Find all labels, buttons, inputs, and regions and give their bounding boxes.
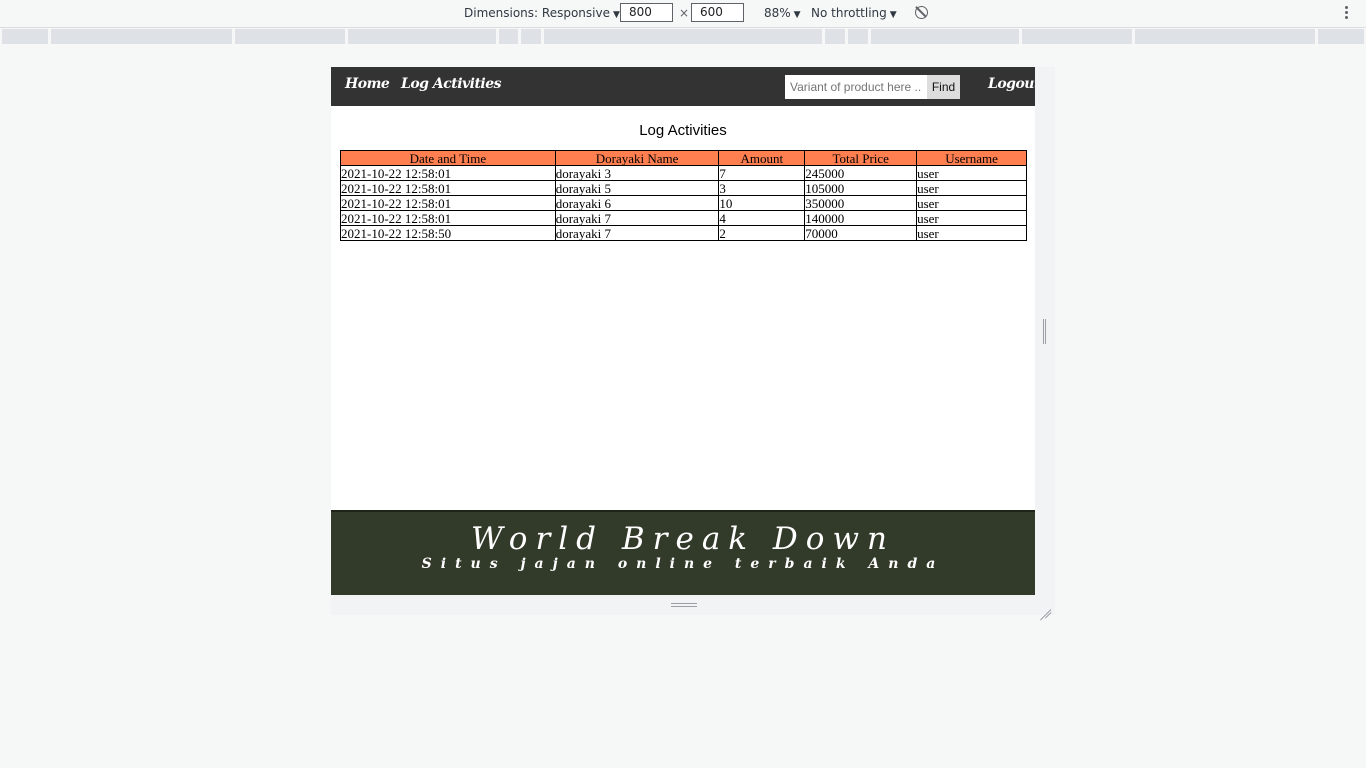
corner-resize-handle[interactable] [1039, 598, 1051, 610]
cell-amount: 7 [718, 165, 806, 181]
width-input[interactable]: 800 [620, 3, 673, 22]
cell-dorayaki-name: dorayaki 5 [554, 180, 720, 196]
chevron-down-icon: ▼ [793, 10, 801, 20]
height-input[interactable]: 600 [691, 3, 744, 22]
header-amount: Amount [718, 150, 806, 166]
cell-username: user [916, 210, 1027, 226]
cell-username: user [916, 180, 1027, 196]
media-query-segment[interactable] [544, 29, 822, 44]
chevron-down-icon: ▼ [889, 10, 897, 20]
cell-date-time: 2021-10-22 12:58:01 [340, 180, 556, 196]
main-content: Log Activities Date and Time Dorayaki Na… [331, 106, 1035, 510]
times-separator: × [679, 6, 690, 20]
right-resize-handle[interactable] [1043, 319, 1046, 344]
cell-amount: 3 [718, 180, 806, 196]
cell-dorayaki-name: dorayaki 6 [554, 195, 720, 211]
cell-amount: 10 [718, 195, 806, 211]
media-query-segment[interactable] [825, 29, 845, 44]
chevron-down-icon: ▼ [612, 10, 620, 20]
zoom-dropdown[interactable]: 88% ▼ [764, 5, 801, 22]
table-row: 2021-10-22 12:58:01 dorayaki 6 10 350000… [340, 195, 1027, 211]
devtools-device-toolbar: Dimensions: Responsive ▼ 800 × 600 88% ▼ N… [0, 0, 1366, 28]
search-input[interactable] [785, 75, 927, 99]
footer: World Break Down Situs jajan online terb… [331, 510, 1035, 595]
media-query-segment[interactable] [348, 29, 496, 44]
throttling-dropdown[interactable]: No throttling ▼ [811, 5, 897, 22]
table-row: 2021-10-22 12:58:50 dorayaki 7 2 70000 u… [340, 225, 1027, 241]
cell-dorayaki-name: dorayaki 3 [554, 165, 720, 181]
find-button[interactable]: Find [927, 75, 960, 99]
media-query-segment[interactable] [848, 29, 868, 44]
cell-total-price: 70000 [804, 225, 918, 241]
cell-amount: 2 [718, 225, 806, 241]
cell-total-price: 105000 [804, 180, 918, 196]
navbar: Home Log Activities Find Logout [331, 67, 1035, 106]
cell-username: user [916, 165, 1027, 181]
cell-date-time: 2021-10-22 12:58:01 [340, 195, 556, 211]
logout-link[interactable]: Logout [988, 76, 1035, 92]
header-username: Username [916, 150, 1027, 166]
cell-dorayaki-name: dorayaki 7 [554, 210, 720, 226]
cell-amount: 4 [718, 210, 806, 226]
media-query-segment[interactable] [499, 29, 518, 44]
rotate-icon[interactable] [915, 6, 928, 19]
media-query-segment[interactable] [1135, 29, 1315, 44]
cell-dorayaki-name: dorayaki 7 [554, 225, 720, 241]
dimensions-label: Dimensions: Responsive [464, 6, 610, 20]
cell-total-price: 245000 [804, 165, 918, 181]
footer-title: World Break Down [471, 521, 895, 557]
media-query-segment[interactable] [871, 29, 1019, 44]
emulated-viewport: Home Log Activities Find Logout Log Acti… [331, 67, 1035, 595]
table-row: 2021-10-22 12:58:01 dorayaki 3 7 245000 … [340, 165, 1027, 181]
table-row: 2021-10-22 12:58:01 dorayaki 5 3 105000 … [340, 180, 1027, 196]
dimensions-dropdown[interactable]: Dimensions: Responsive ▼ [464, 5, 620, 22]
media-query-segment[interactable] [51, 29, 232, 44]
media-query-segment[interactable] [521, 29, 541, 44]
media-query-segment[interactable] [1022, 29, 1132, 44]
cell-total-price: 350000 [804, 195, 918, 211]
header-date-time: Date and Time [340, 150, 556, 166]
header-total-price: Total Price [804, 150, 918, 166]
zoom-label: 88% [764, 6, 791, 20]
cell-username: user [916, 195, 1027, 211]
table-row: 2021-10-22 12:58:01 dorayaki 7 4 140000 … [340, 210, 1027, 226]
throttling-label: No throttling [811, 6, 887, 20]
cell-total-price: 140000 [804, 210, 918, 226]
media-query-segment[interactable] [1318, 29, 1364, 44]
kebab-menu-icon[interactable] [1345, 6, 1349, 22]
bottom-resize-handle[interactable] [671, 603, 697, 607]
cell-username: user [916, 225, 1027, 241]
cell-date-time: 2021-10-22 12:58:01 [340, 210, 556, 226]
media-query-bar [2, 29, 1364, 44]
header-dorayaki-name: Dorayaki Name [554, 150, 720, 166]
cell-date-time: 2021-10-22 12:58:01 [340, 165, 556, 181]
log-table: Date and Time Dorayaki Name Amount Total… [340, 150, 1027, 241]
nav-log-activities-link[interactable]: Log Activities [401, 76, 502, 92]
media-query-segment[interactable] [235, 29, 345, 44]
cell-date-time: 2021-10-22 12:58:50 [340, 225, 556, 241]
media-query-segment[interactable] [2, 29, 48, 44]
nav-home-link[interactable]: Home [345, 76, 390, 92]
table-header-row: Date and Time Dorayaki Name Amount Total… [340, 150, 1027, 166]
page-title: Log Activities [639, 122, 727, 139]
footer-subtitle: Situs jajan online terbaik Anda [421, 556, 945, 572]
